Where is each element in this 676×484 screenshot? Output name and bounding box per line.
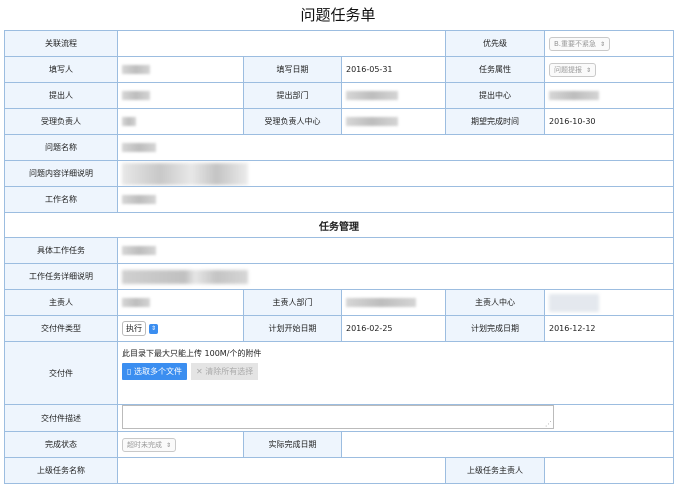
work-name-label: 工作名称 [4, 186, 118, 213]
deliverable-type-cell: 执行 ⇕ [117, 315, 244, 342]
section-title: 任务管理 [4, 212, 674, 238]
deliverable-type-value: 执行 [126, 324, 142, 333]
page-title: 问题任务单 [300, 6, 376, 24]
fill-date-label: 填写日期 [243, 56, 342, 83]
clear-selection-label: 清除所有选择 [205, 367, 254, 376]
proposer-label: 提出人 [4, 82, 118, 109]
deliverable-desc-cell: ⋰ [117, 404, 674, 432]
x-icon: ✕ [195, 367, 203, 376]
deliverable-desc-label: 交付件描述 [4, 404, 118, 432]
plan-end-value[interactable]: 2016-12-12 [544, 315, 674, 342]
resize-grip-icon[interactable]: ⋰ [545, 420, 552, 428]
priority-select[interactable]: B.重要不紧急 ⇕ [549, 36, 611, 51]
handler-center-value [341, 108, 446, 135]
updown-chevron-icon: ⇕ [600, 40, 606, 48]
task-desc-label: 工作任务详细说明 [4, 263, 118, 290]
proposer-center-value [544, 82, 674, 109]
handler-center-label: 受理负责人中心 [243, 108, 342, 135]
task-attr-select[interactable]: 问题提报 ⇕ [549, 62, 597, 77]
updown-chevron-icon: ⇕ [166, 441, 172, 449]
actual-date-label: 实际完成日期 [243, 431, 342, 458]
status-value: 超时未完成 [127, 440, 162, 449]
filler-value [117, 56, 244, 83]
updown-chevron-icon[interactable]: ⇕ [149, 323, 158, 334]
problem-name-value [117, 134, 674, 161]
deliverable-cell: 此目录下最大只能上传 100M/个的附件 ▯ 选取多个文件 ✕ 清除所有选择 [117, 341, 674, 405]
specific-task-value [117, 237, 674, 264]
task-desc-value [117, 263, 674, 290]
priority-value: B.重要不紧急 [554, 39, 597, 48]
status-select[interactable]: 超时未完成 ⇕ [122, 437, 177, 452]
task-attr-label: 任务属性 [445, 56, 545, 83]
actual-date-field[interactable] [341, 431, 674, 458]
expected-date-label: 期望完成时间 [445, 108, 545, 135]
problem-name-label: 问题名称 [4, 134, 118, 161]
status-label: 完成状态 [4, 431, 118, 458]
task-attr-cell: 问题提报 ⇕ [544, 56, 674, 83]
proposer-dept-value [341, 82, 446, 109]
proposer-center-label: 提出中心 [445, 82, 545, 109]
plan-start-label: 计划开始日期 [243, 315, 342, 342]
upload-buttons: ▯ 选取多个文件 ✕ 清除所有选择 [122, 363, 669, 380]
owner-center-label: 主责人中心 [445, 289, 545, 316]
related-flow-label: 关联流程 [4, 30, 118, 57]
specific-task-label: 具体工作任务 [4, 237, 118, 264]
handler-label: 受理负责人 [4, 108, 118, 135]
handler-value [117, 108, 244, 135]
priority-label: 优先级 [445, 30, 545, 57]
owner-dept-value [341, 289, 446, 316]
plan-start-value[interactable]: 2016-02-25 [341, 315, 446, 342]
task-attr-value: 问题提报 [554, 65, 582, 74]
clear-selection-button[interactable]: ✕ 清除所有选择 [190, 363, 259, 380]
select-files-button[interactable]: ▯ 选取多个文件 [122, 363, 187, 380]
deliverable-desc-textarea[interactable]: ⋰ [122, 405, 554, 429]
proposer-value [117, 82, 244, 109]
plan-end-label: 计划完成日期 [445, 315, 545, 342]
deliverable-type-label: 交付件类型 [4, 315, 118, 342]
owner-dept-label: 主责人部门 [243, 289, 342, 316]
select-files-label: 选取多个文件 [133, 367, 182, 376]
document-icon: ▯ [127, 367, 132, 376]
expected-date-value: 2016-10-30 [544, 108, 674, 135]
deliverable-type-select[interactable]: 执行 [122, 321, 146, 336]
filler-label: 填写人 [4, 56, 118, 83]
priority-cell: B.重要不紧急 ⇕ [544, 30, 674, 57]
deliverable-label: 交付件 [4, 341, 118, 405]
updown-chevron-icon: ⇕ [586, 66, 592, 74]
related-flow-field[interactable] [117, 30, 446, 57]
status-cell: 超时未完成 ⇕ [117, 431, 244, 458]
task-form-table: 关联流程 优先级 B.重要不紧急 ⇕ 填写人 填写日期 2016-05-31 任务… [4, 30, 674, 484]
owner-center-value [544, 289, 674, 316]
work-name-value [117, 186, 674, 213]
problem-desc-value [117, 160, 674, 187]
upload-hint: 此目录下最大只能上传 100M/个的附件 [122, 349, 262, 358]
owner-label: 主责人 [4, 289, 118, 316]
problem-desc-label: 问题内容详细说明 [4, 160, 118, 187]
proposer-dept-label: 提出部门 [243, 82, 342, 109]
fill-date-value: 2016-05-31 [341, 56, 446, 83]
owner-value [117, 289, 244, 316]
